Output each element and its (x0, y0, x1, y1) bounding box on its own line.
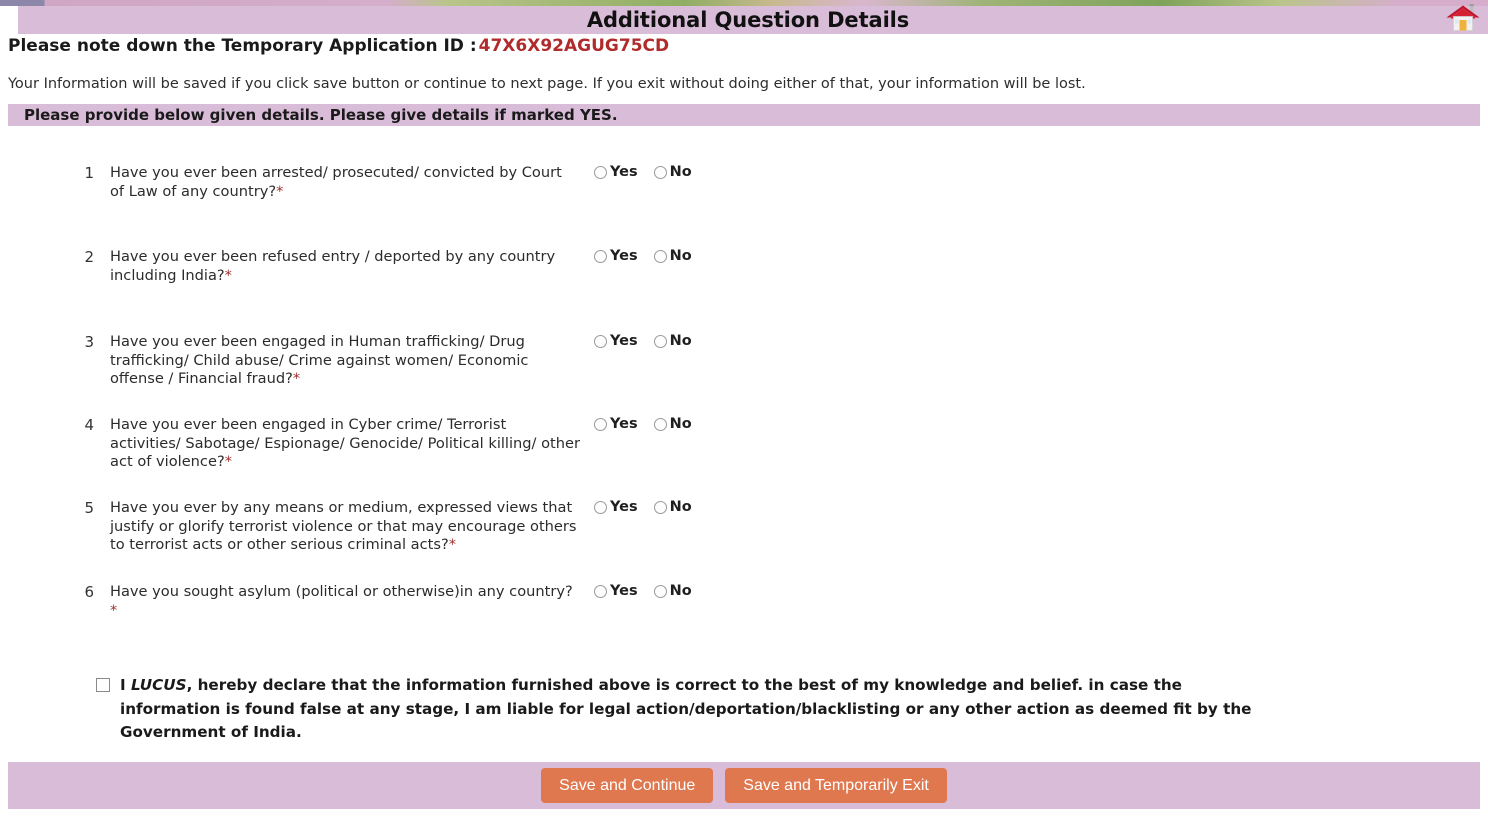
question-label: Have you ever been engaged in Human traf… (110, 333, 529, 387)
question-number: 4 (84, 416, 94, 434)
question-text: Have you ever by any means or medium, ex… (110, 499, 580, 555)
radio-yes-input[interactable] (594, 249, 607, 263)
question-row: 5 Have you ever by any means or medium, e… (0, 499, 1488, 555)
question-text: Have you ever been engaged in Cyber crim… (110, 416, 580, 472)
radio-yes-label: Yes (610, 583, 638, 599)
section-instruction-text: Please provide below given details. Plea… (24, 106, 618, 124)
question-label: Have you ever been engaged in Cyber crim… (110, 416, 580, 470)
radio-no-input[interactable] (653, 165, 667, 179)
radio-yes-option[interactable]: Yes (594, 416, 638, 432)
radio-no-input[interactable] (653, 500, 667, 514)
radio-no-label: No (669, 164, 692, 180)
question-label: Have you ever by any means or medium, ex… (110, 499, 577, 553)
question-number: 2 (84, 248, 94, 266)
question-label: Have you sought asylum (political or oth… (110, 583, 573, 600)
radio-no-option[interactable]: No (653, 499, 692, 515)
page-title: Additional Question Details (586, 8, 910, 32)
radio-yes-input[interactable] (594, 584, 607, 598)
question-row: 1 Have you ever been arrested/ prosecuted… (0, 164, 1488, 201)
temporary-application-id-label: Please note down the Temporary Applicati… (8, 36, 477, 56)
question-options: Yes No (580, 248, 840, 264)
radio-no-option[interactable]: No (653, 248, 692, 264)
question-label: Have you ever been refused entry / depor… (110, 248, 556, 284)
question-row: 6 Have you sought asylum (political or ot… (0, 583, 1488, 620)
declaration-row: I LUCUS, hereby declare that the informa… (96, 674, 1276, 745)
question-row: 4 Have you ever been engaged in Cyber cri… (0, 416, 1488, 472)
question-options: Yes No (580, 164, 840, 180)
radio-no-input[interactable] (653, 334, 667, 348)
radio-yes-option[interactable]: Yes (594, 583, 638, 599)
radio-yes-option[interactable]: Yes (594, 164, 638, 180)
radio-no-label: No (669, 333, 692, 349)
question-options: Yes No (580, 333, 840, 349)
declaration-prefix: I (120, 676, 131, 694)
footer-action-bar: Save and Continue Save and Temporarily E… (8, 762, 1480, 809)
question-text: Have you ever been refused entry / depor… (110, 248, 580, 285)
radio-no-label: No (669, 248, 692, 264)
question-options: Yes No (580, 583, 840, 599)
question-number: 1 (84, 164, 94, 182)
radio-no-label: No (669, 416, 692, 432)
question-options: Yes No (580, 416, 840, 432)
radio-yes-input[interactable] (594, 334, 607, 348)
radio-no-option[interactable]: No (653, 164, 692, 180)
radio-no-label: No (669, 583, 692, 599)
radio-no-input[interactable] (653, 417, 667, 431)
radio-yes-option[interactable]: Yes (594, 499, 638, 515)
question-row: 3 Have you ever been engaged in Human tra… (0, 333, 1488, 389)
save-and-continue-button[interactable]: Save and Continue (541, 767, 714, 804)
radio-yes-option[interactable]: Yes (594, 248, 638, 264)
required-asterisk: * (224, 266, 232, 284)
required-asterisk: * (276, 182, 284, 200)
temporary-application-id-value: 47X6X92AGUG75CD (478, 36, 670, 56)
radio-yes-label: Yes (610, 333, 638, 349)
home-icon[interactable] (1444, 0, 1482, 34)
required-asterisk: * (224, 453, 232, 470)
required-asterisk: * (110, 601, 118, 619)
radio-yes-input[interactable] (594, 417, 607, 431)
page-root: Additional Question Details Please note … (0, 0, 1488, 816)
radio-yes-option[interactable]: Yes (594, 333, 638, 349)
question-label: Have you ever been arrested/ prosecuted/… (110, 164, 562, 200)
save-info-note: Your Information will be saved if you cl… (8, 76, 1086, 92)
temporary-application-id-row: Please note down the Temporary Applicati… (8, 36, 669, 56)
declaration-body: , hereby declare that the information fu… (120, 676, 1252, 741)
radio-yes-label: Yes (610, 248, 638, 264)
radio-yes-label: Yes (610, 164, 638, 180)
radio-no-input[interactable] (653, 584, 667, 598)
section-instruction-band: Please provide below given details. Plea… (8, 104, 1480, 126)
question-number: 3 (84, 333, 94, 351)
declaration-text: I LUCUS, hereby declare that the informa… (120, 674, 1276, 745)
page-title-bar: Additional Question Details (18, 6, 1488, 34)
question-text: Have you ever been arrested/ prosecuted/… (110, 164, 580, 201)
required-asterisk: * (292, 370, 301, 387)
question-number: 6 (84, 583, 94, 601)
radio-yes-input[interactable] (594, 165, 607, 179)
radio-yes-label: Yes (610, 499, 638, 515)
question-options: Yes No (580, 499, 840, 515)
question-text: Have you sought asylum (political or oth… (110, 583, 580, 620)
save-and-temporarily-exit-button[interactable]: Save and Temporarily Exit (725, 767, 947, 804)
radio-yes-input[interactable] (594, 500, 607, 514)
radio-no-input[interactable] (653, 249, 667, 263)
declaration-applicant-name: LUCUS (130, 676, 187, 694)
radio-no-label: No (669, 499, 692, 515)
question-text: Have you ever been engaged in Human traf… (110, 333, 580, 389)
question-row: 2 Have you ever been refused entry / depo… (0, 248, 1488, 285)
radio-no-option[interactable]: No (653, 416, 692, 432)
question-number: 5 (84, 499, 94, 517)
radio-yes-label: Yes (610, 416, 638, 432)
radio-no-option[interactable]: No (653, 333, 692, 349)
radio-no-option[interactable]: No (653, 583, 692, 599)
required-asterisk: * (448, 536, 457, 553)
declaration-checkbox[interactable] (96, 678, 110, 692)
